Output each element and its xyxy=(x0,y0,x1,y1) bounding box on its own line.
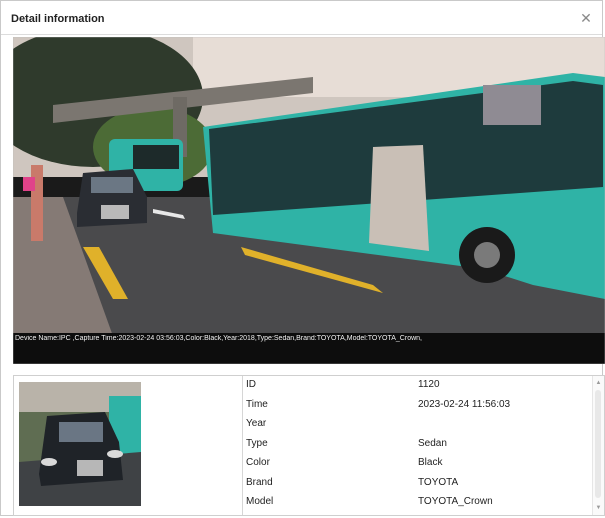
info-label: Model xyxy=(246,496,274,507)
info-scrollbar[interactable]: ▲ ▼ xyxy=(592,376,604,515)
info-row-model: Model TOYOTA_Crown xyxy=(243,493,593,513)
info-label: Time xyxy=(246,398,268,410)
info-label: Color xyxy=(246,457,270,468)
info-label: Year xyxy=(246,418,267,429)
info-row-year: Year xyxy=(243,415,593,435)
info-panel: ID 1120 Time 2023-02-24 11:56:03 Year Ty… xyxy=(13,375,605,516)
info-label: Brand xyxy=(246,476,273,488)
info-value: 2023-02-24 11:56:03 xyxy=(418,398,511,410)
info-row-color: Color Black xyxy=(243,454,593,474)
detail-dialog: Detail information ✕ Device Name:IPC ,Ca… xyxy=(0,0,605,516)
info-label: Type xyxy=(246,437,268,449)
dialog-title: Detail information xyxy=(11,13,105,25)
vehicle-thumbnail-svg xyxy=(19,382,141,506)
info-table: ID 1120 Time 2023-02-24 11:56:03 Year Ty… xyxy=(243,376,593,515)
info-row-type: Type Sedan xyxy=(243,435,593,455)
info-value: 1120 xyxy=(418,379,440,390)
capture-image: Device Name:IPC ,Capture Time:2023-02-24… xyxy=(13,37,605,364)
capture-scene-svg xyxy=(13,37,605,364)
info-value: Sedan xyxy=(418,437,447,449)
title-bar: Detail information ✕ xyxy=(1,1,602,35)
info-row-brand: Brand TOYOTA xyxy=(243,474,593,494)
info-value: Black xyxy=(418,457,443,468)
info-label: ID xyxy=(246,379,256,390)
close-icon[interactable]: ✕ xyxy=(578,10,594,26)
info-value: TOYOTA_Crown xyxy=(418,496,493,507)
scroll-down-icon[interactable]: ▼ xyxy=(593,503,604,513)
vehicle-thumbnail xyxy=(19,382,141,506)
info-value: TOYOTA xyxy=(418,476,459,488)
info-row-id: ID 1120 xyxy=(243,376,593,396)
capture-overlay-text: Device Name:IPC ,Capture Time:2023-02-24… xyxy=(15,335,422,342)
scroll-up-icon[interactable]: ▲ xyxy=(593,378,604,388)
info-row-time: Time 2023-02-24 11:56:03 xyxy=(243,396,593,416)
scroll-thumb[interactable] xyxy=(595,390,601,498)
